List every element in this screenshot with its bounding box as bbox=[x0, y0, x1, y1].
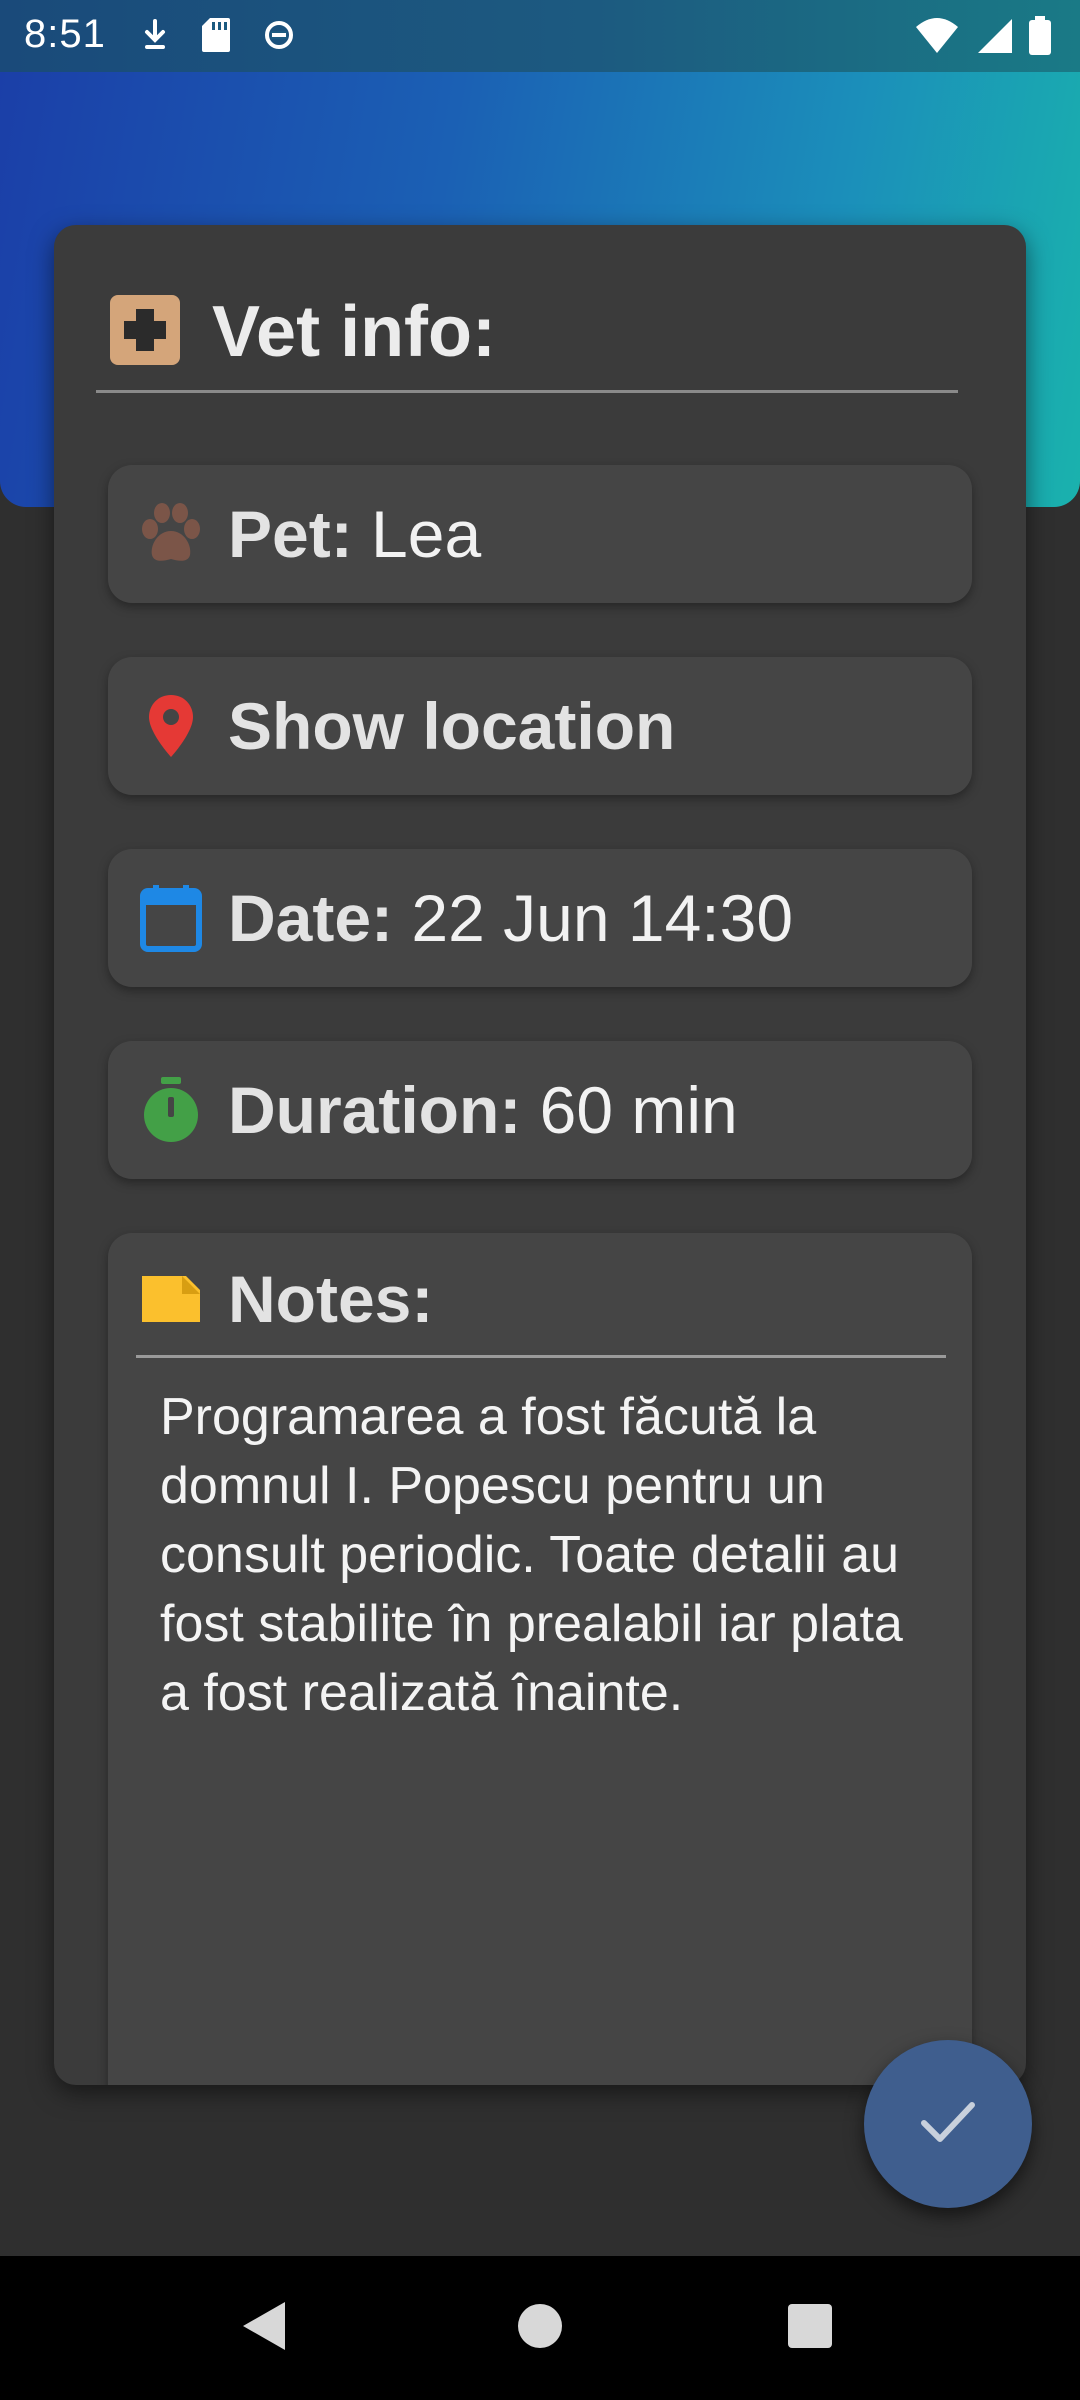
duration-value: 60 min bbox=[539, 1073, 738, 1147]
confirm-fab-button[interactable] bbox=[864, 2040, 1032, 2208]
location-pin-icon bbox=[138, 693, 204, 759]
note-icon bbox=[138, 1266, 204, 1332]
notes-divider bbox=[136, 1355, 946, 1358]
home-icon bbox=[516, 2302, 564, 2355]
duration-text: Duration: 60 min bbox=[228, 1072, 738, 1148]
date-text: Date: 22 Jun 14:30 bbox=[228, 880, 793, 956]
back-button[interactable] bbox=[228, 2292, 300, 2364]
medical-cross-icon bbox=[108, 293, 182, 372]
sync-icon bbox=[262, 16, 296, 59]
duration-label: Duration: bbox=[228, 1073, 522, 1147]
title-divider bbox=[96, 390, 958, 393]
recents-icon bbox=[786, 2302, 834, 2355]
card-header: Vet info: bbox=[108, 291, 496, 373]
date-label: Date: bbox=[228, 881, 394, 955]
vet-info-card: Vet info: Pet: Lea Show location Date: 2… bbox=[54, 225, 1026, 2085]
battery-icon bbox=[1028, 16, 1052, 61]
location-label: Show location bbox=[228, 689, 676, 763]
notes-section[interactable]: Notes: Programarea a fost făcută la domn… bbox=[108, 1233, 972, 2085]
date-value: 22 Jun 14:30 bbox=[411, 881, 794, 955]
cellular-signal-icon bbox=[974, 17, 1014, 60]
sd-card-icon bbox=[200, 16, 232, 59]
notes-header: Notes: bbox=[138, 1261, 433, 1337]
notes-text: Programarea a fost făcută la domnul I. P… bbox=[160, 1388, 903, 1722]
check-icon bbox=[918, 2099, 978, 2150]
show-location-button[interactable]: Show location bbox=[108, 657, 972, 795]
pet-value: Lea bbox=[371, 497, 482, 571]
pet-text: Pet: Lea bbox=[228, 496, 481, 572]
pet-row[interactable]: Pet: Lea bbox=[108, 465, 972, 603]
recents-button[interactable] bbox=[774, 2292, 846, 2364]
download-icon bbox=[140, 17, 170, 58]
notes-title: Notes: bbox=[228, 1262, 434, 1336]
duration-row[interactable]: Duration: 60 min bbox=[108, 1041, 972, 1179]
date-row[interactable]: Date: 22 Jun 14:30 bbox=[108, 849, 972, 987]
status-notification-icons bbox=[140, 16, 296, 59]
back-icon bbox=[237, 2298, 291, 2359]
wifi-icon bbox=[914, 17, 960, 60]
status-system-icons bbox=[914, 16, 1052, 61]
navigation-bar bbox=[0, 2256, 1080, 2400]
status-bar: 8:51 bbox=[0, 0, 1080, 72]
calendar-icon bbox=[138, 885, 204, 952]
pet-label: Pet: bbox=[228, 497, 353, 571]
location-text: Show location bbox=[228, 688, 675, 764]
status-time: 8:51 bbox=[24, 12, 106, 56]
home-button[interactable] bbox=[504, 2292, 576, 2364]
timer-icon bbox=[138, 1077, 204, 1143]
card-title: Vet info: bbox=[212, 292, 496, 372]
app-screen: 8:51 Vet info: Pet: Lea Show location Da… bbox=[0, 0, 1080, 2400]
paw-icon bbox=[138, 501, 204, 567]
